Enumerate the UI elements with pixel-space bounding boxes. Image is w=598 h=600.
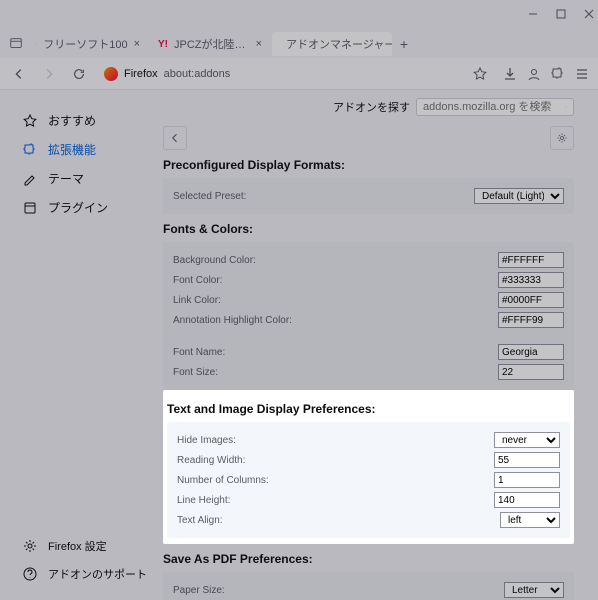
sidebar-item-themes[interactable]: テーマ [18, 164, 155, 193]
forward-button[interactable] [38, 63, 60, 85]
tab-strip: フリーソフト100 × Y! JPCZが北陸直撃 平地も積雪急増 × アドオンマネージ… [0, 30, 598, 58]
fonts-colors-title: Fonts & Colors: [163, 222, 574, 236]
address-bar[interactable]: Firefox about:addons [98, 66, 494, 82]
text-align-select[interactable]: left [500, 512, 560, 528]
addon-search[interactable] [416, 98, 574, 116]
sidebar-addon-support[interactable]: アドオンのサポート [18, 560, 155, 588]
font-color-input[interactable] [498, 272, 564, 288]
reading-width-input[interactable] [494, 452, 560, 468]
annotation-color-input[interactable] [498, 312, 564, 328]
search-icon [565, 101, 567, 113]
close-icon[interactable]: × [256, 38, 262, 50]
columns-input[interactable] [494, 472, 560, 488]
reload-button[interactable] [68, 63, 90, 85]
search-input[interactable] [423, 101, 565, 113]
tab-2[interactable]: アドオンマネージャー× [272, 32, 392, 56]
font-color-label: Font Color: [173, 275, 498, 286]
yahoo-icon: Y! [158, 37, 168, 51]
preconfigured-formats-box: Selected Preset:Default (Light) [163, 178, 574, 214]
pdf-prefs-box: Paper Size:Letter Include Header/Footer:… [163, 572, 574, 600]
sidebar-item-recommend[interactable]: おすすめ [18, 106, 155, 135]
sidebar-item-label: アドオンのサポート [48, 566, 147, 582]
selected-preset-select[interactable]: Default (Light) [474, 188, 564, 204]
reading-width-label: Reading Width: [177, 455, 494, 466]
url-prefix: Firefox [124, 68, 158, 80]
line-height-label: Line Height: [177, 495, 494, 506]
doc-icon [36, 37, 37, 51]
window-controls [0, 0, 598, 30]
downloads-icon[interactable] [502, 66, 518, 82]
hide-images-select[interactable]: never [494, 432, 560, 448]
url-text: about:addons [164, 68, 231, 80]
sidebar-item-label: プラグイン [48, 199, 108, 216]
toolbar: Firefox about:addons [0, 58, 598, 90]
tab-label: アドオンマネージャー [286, 36, 392, 52]
fonts-colors-box: Background Color: Font Color: Link Color… [163, 242, 574, 390]
main-content: アドオンを探す Preconfigured Display Formats: S… [155, 90, 598, 600]
tab-label: JPCZが北陸直撃 平地も積雪急増 [174, 36, 250, 52]
bookmark-icon[interactable] [472, 66, 488, 82]
text-image-title: Text and Image Display Preferences: [167, 402, 570, 416]
selected-preset-label: Selected Preset: [173, 191, 474, 202]
addon-back-button[interactable] [163, 126, 187, 150]
text-image-section: Text and Image Display Preferences: Hide… [163, 390, 574, 544]
sidebar-item-plugins[interactable]: プラグイン [18, 193, 155, 222]
bg-color-input[interactable] [498, 252, 564, 268]
sidebar-item-label: Firefox 設定 [48, 538, 107, 554]
maximize-button[interactable] [556, 9, 566, 22]
pdf-prefs-title: Save As PDF Preferences: [163, 552, 574, 566]
font-name-label: Font Name: [173, 347, 498, 358]
hide-images-label: Hide Images: [177, 435, 494, 446]
menu-icon[interactable] [574, 66, 590, 82]
columns-label: Number of Columns: [177, 475, 494, 486]
tab-0[interactable]: フリーソフト100 × [28, 32, 148, 56]
line-height-input[interactable] [494, 492, 560, 508]
new-tab-button[interactable]: + [394, 36, 414, 52]
back-button[interactable] [8, 63, 30, 85]
bg-color-label: Background Color: [173, 255, 498, 266]
account-icon[interactable] [526, 66, 542, 82]
sidebar-item-label: 拡張機能 [48, 141, 96, 158]
sidebar-item-label: おすすめ [48, 112, 96, 129]
sidebar: おすすめ 拡張機能 テーマ プラグイン Firefox 設定 アドオンのサポート [0, 90, 155, 600]
tab-label: フリーソフト100 [43, 36, 127, 52]
tab-1[interactable]: Y! JPCZが北陸直撃 平地も積雪急増 × [150, 32, 270, 56]
sidebar-firefox-settings[interactable]: Firefox 設定 [18, 532, 155, 560]
paper-size-select[interactable]: Letter [504, 582, 564, 598]
preconfigured-formats-title: Preconfigured Display Formats: [163, 158, 574, 172]
extensions-icon[interactable] [550, 66, 566, 82]
close-icon[interactable]: × [134, 38, 140, 50]
annotation-color-label: Annotation Highlight Color: [173, 315, 498, 326]
recent-tabs-button[interactable] [6, 36, 26, 53]
minimize-button[interactable] [528, 9, 538, 22]
search-label: アドオンを探す [333, 99, 410, 115]
text-align-label: Text Align: [177, 515, 500, 526]
sidebar-item-label: テーマ [48, 170, 84, 187]
paper-size-label: Paper Size: [173, 585, 504, 596]
firefox-icon [104, 67, 118, 81]
font-size-input[interactable] [498, 364, 564, 380]
addon-settings-button[interactable] [550, 126, 574, 150]
font-size-label: Font Size: [173, 367, 498, 378]
link-color-input[interactable] [498, 292, 564, 308]
link-color-label: Link Color: [173, 295, 498, 306]
font-name-input[interactable] [498, 344, 564, 360]
close-window-button[interactable] [584, 9, 594, 22]
sidebar-item-extensions[interactable]: 拡張機能 [18, 135, 155, 164]
